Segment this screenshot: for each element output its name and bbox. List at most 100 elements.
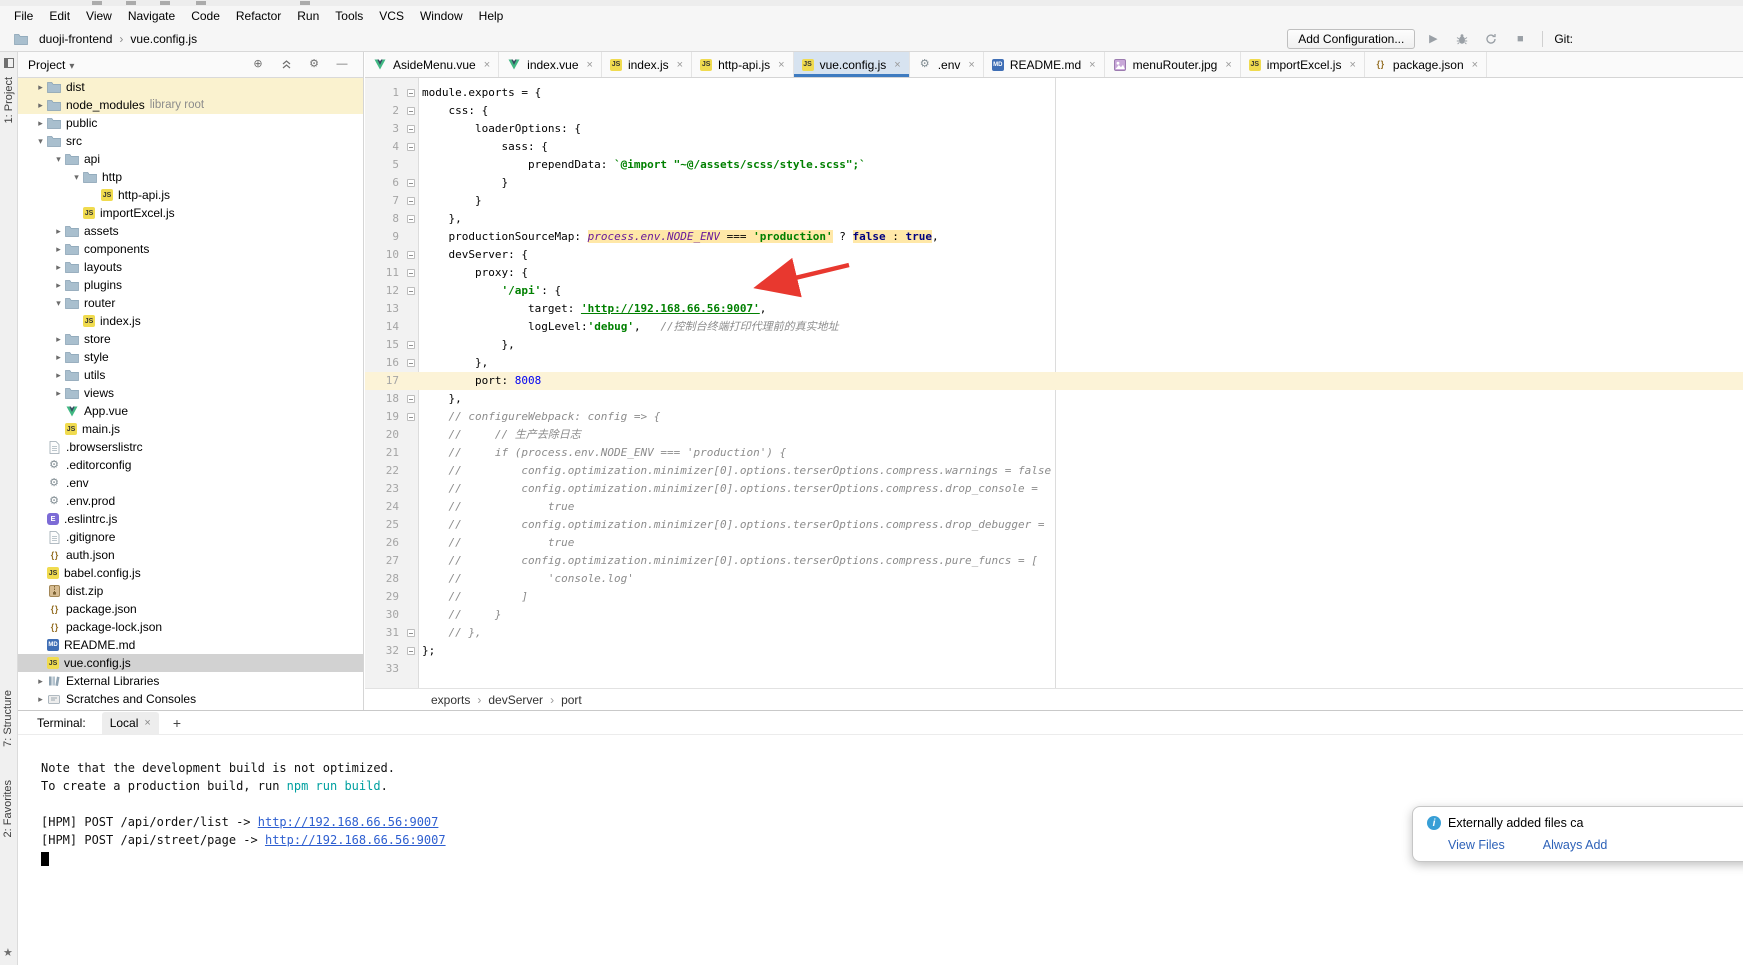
tree-row-src[interactable]: ▾src bbox=[18, 132, 363, 150]
code-line[interactable]: 29 // ] bbox=[365, 588, 1743, 606]
editor-tab-index-vue[interactable]: index.vue× bbox=[499, 52, 602, 77]
fold-marker[interactable] bbox=[403, 282, 419, 300]
tree-row-editorconfig[interactable]: ⚙.editorconfig bbox=[18, 456, 363, 474]
view-files-link[interactable]: View Files bbox=[1448, 838, 1505, 852]
menu-window[interactable]: Window bbox=[412, 6, 471, 27]
tree-row-auth-json[interactable]: { }auth.json bbox=[18, 546, 363, 564]
code-line[interactable]: 2 css: { bbox=[365, 102, 1743, 120]
chevron-right-icon[interactable]: ▸ bbox=[52, 244, 65, 255]
menu-edit[interactable]: Edit bbox=[41, 6, 78, 27]
tree-row-main-js[interactable]: JSmain.js bbox=[18, 420, 363, 438]
code-line[interactable]: 13 target: 'http://192.168.66.56:9007', bbox=[365, 300, 1743, 318]
menu-file[interactable]: File bbox=[6, 6, 41, 27]
code-line[interactable]: 27 // config.optimization.minimizer[0].o… bbox=[365, 552, 1743, 570]
chevron-right-icon[interactable]: ▸ bbox=[52, 226, 65, 237]
chevron-right-icon[interactable]: ▸ bbox=[52, 280, 65, 291]
chevron-right-icon[interactable]: ▸ bbox=[34, 100, 47, 111]
tree-row-vue-config-js[interactable]: JSvue.config.js bbox=[18, 654, 363, 672]
fold-marker[interactable] bbox=[403, 336, 419, 354]
code-line[interactable]: 32}; bbox=[365, 642, 1743, 660]
fold-marker[interactable] bbox=[403, 408, 419, 426]
stop-icon[interactable]: ■ bbox=[1513, 32, 1527, 46]
tree-row-readme-md[interactable]: MDREADME.md bbox=[18, 636, 363, 654]
tree-row-env[interactable]: ⚙.env bbox=[18, 474, 363, 492]
code-line[interactable]: 23 // config.optimization.minimizer[0].o… bbox=[365, 480, 1743, 498]
code-line[interactable]: 11 proxy: { bbox=[365, 264, 1743, 282]
code-line[interactable]: 22 // config.optimization.minimizer[0].o… bbox=[365, 462, 1743, 480]
menu-view[interactable]: View bbox=[78, 6, 120, 27]
chevron-down-icon[interactable] bbox=[69, 58, 74, 72]
fold-marker[interactable] bbox=[403, 354, 419, 372]
code-line[interactable]: 31 // }, bbox=[365, 624, 1743, 642]
tree-row-views[interactable]: ▸views bbox=[18, 384, 363, 402]
fold-marker[interactable] bbox=[403, 120, 419, 138]
stripe-7-structure[interactable]: 7: Structure bbox=[2, 690, 14, 747]
breadcrumb-port[interactable]: port bbox=[561, 693, 582, 707]
tree-row-babel-config-js[interactable]: JSbabel.config.js bbox=[18, 564, 363, 582]
tree-row-http-api-js[interactable]: JShttp-api.js bbox=[18, 186, 363, 204]
settings-icon[interactable]: ⚙ bbox=[307, 58, 321, 72]
terminal-tab-local[interactable]: Local bbox=[102, 712, 159, 734]
tree-row-layouts[interactable]: ▸layouts bbox=[18, 258, 363, 276]
code-editor[interactable]: 1module.exports = {2 css: {3 loaderOptio… bbox=[365, 78, 1743, 678]
close-icon[interactable]: × bbox=[1225, 59, 1231, 71]
editor-tab-package-json[interactable]: { }package.json× bbox=[1365, 52, 1487, 77]
code-line[interactable]: 14 logLevel:'debug', //控制台终端打印代理前的真实地址 bbox=[365, 318, 1743, 336]
code-line[interactable]: 33 bbox=[365, 660, 1743, 678]
tree-row-importexcel-js[interactable]: JSimportExcel.js bbox=[18, 204, 363, 222]
editor-body[interactable]: 1module.exports = {2 css: {3 loaderOptio… bbox=[365, 78, 1743, 688]
editor-tab-asidemenu-vue[interactable]: AsideMenu.vue× bbox=[365, 52, 499, 77]
menu-refactor[interactable]: Refactor bbox=[228, 6, 289, 27]
hide-icon[interactable]: — bbox=[335, 58, 349, 72]
code-line[interactable]: 15 }, bbox=[365, 336, 1743, 354]
menu-navigate[interactable]: Navigate bbox=[120, 6, 183, 27]
close-icon[interactable]: × bbox=[1349, 59, 1355, 71]
code-line[interactable]: 25 // config.optimization.minimizer[0].o… bbox=[365, 516, 1743, 534]
chevron-right-icon[interactable]: ▸ bbox=[52, 334, 65, 345]
editor-tab-menurouter-jpg[interactable]: menuRouter.jpg× bbox=[1105, 52, 1241, 77]
chevron-down-icon[interactable]: ▾ bbox=[52, 298, 65, 309]
fold-marker[interactable] bbox=[403, 390, 419, 408]
chevron-right-icon[interactable]: ▸ bbox=[34, 118, 47, 129]
run-icon[interactable]: ▶ bbox=[1426, 32, 1440, 46]
tree-row-assets[interactable]: ▸assets bbox=[18, 222, 363, 240]
menu-run[interactable]: Run bbox=[289, 6, 327, 27]
tree-row-components[interactable]: ▸components bbox=[18, 240, 363, 258]
tree-row-dist[interactable]: ▸dist bbox=[18, 78, 363, 96]
terminal-link[interactable]: http://192.168.66.56:9007 bbox=[258, 815, 439, 829]
code-line[interactable]: 8 }, bbox=[365, 210, 1743, 228]
editor-tab-env[interactable]: ⚙.env× bbox=[910, 52, 984, 77]
chevron-right-icon[interactable]: ▸ bbox=[52, 388, 65, 399]
tree-row-env-prod[interactable]: ⚙.env.prod bbox=[18, 492, 363, 510]
chevron-right-icon[interactable]: ▸ bbox=[52, 352, 65, 363]
stripe-project-label[interactable]: 1: Project bbox=[3, 77, 15, 123]
code-line[interactable]: 30 // } bbox=[365, 606, 1743, 624]
locate-icon[interactable]: ⊕ bbox=[251, 58, 265, 72]
tree-row-eslintrc-js[interactable]: E.eslintrc.js bbox=[18, 510, 363, 528]
terminal-link[interactable]: http://192.168.66.56:9007 bbox=[265, 833, 446, 847]
chevron-right-icon[interactable]: ▸ bbox=[34, 694, 47, 705]
new-terminal-icon[interactable] bbox=[173, 715, 181, 731]
editor-tab-vue-config-js[interactable]: JSvue.config.js× bbox=[794, 52, 910, 77]
code-line[interactable]: 24 // true bbox=[365, 498, 1743, 516]
add-configuration-button[interactable]: Add Configuration... bbox=[1287, 29, 1415, 49]
fold-marker[interactable] bbox=[403, 642, 419, 660]
code-line[interactable]: 3 loaderOptions: { bbox=[365, 120, 1743, 138]
fold-marker[interactable] bbox=[403, 84, 419, 102]
tree-row-style[interactable]: ▸style bbox=[18, 348, 363, 366]
code-line[interactable]: 6 } bbox=[365, 174, 1743, 192]
chevron-right-icon[interactable]: ▸ bbox=[52, 262, 65, 273]
chevron-right-icon[interactable]: ▸ bbox=[34, 82, 47, 93]
code-line[interactable]: 9 productionSourceMap: process.env.NODE_… bbox=[365, 228, 1743, 246]
close-icon[interactable]: × bbox=[677, 59, 683, 71]
code-line[interactable]: 16 }, bbox=[365, 354, 1743, 372]
fold-marker[interactable] bbox=[403, 624, 419, 642]
stripe-2-favorites[interactable]: 2: Favorites bbox=[2, 780, 14, 837]
tree-row-utils[interactable]: ▸utils bbox=[18, 366, 363, 384]
code-line[interactable]: 7 } bbox=[365, 192, 1743, 210]
fold-marker[interactable] bbox=[403, 264, 419, 282]
tree-row-store[interactable]: ▸store bbox=[18, 330, 363, 348]
tree-row-browserslistrc[interactable]: .browserslistrc bbox=[18, 438, 363, 456]
tree-row-index-js[interactable]: JSindex.js bbox=[18, 312, 363, 330]
close-icon[interactable]: × bbox=[1472, 59, 1478, 71]
